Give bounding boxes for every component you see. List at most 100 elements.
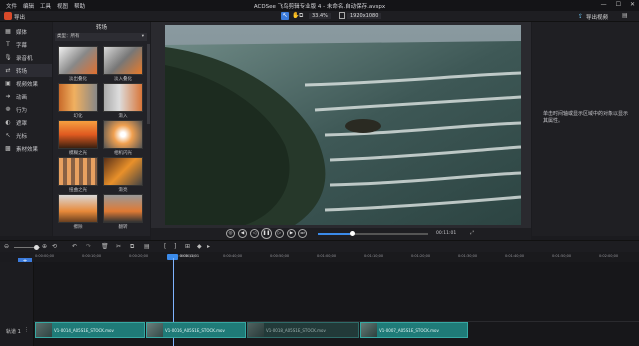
sidebar-item-recorder[interactable]: 🎙 录音机	[0, 51, 52, 64]
sidebar-item-transitions[interactable]: ⇄ 转场	[0, 64, 52, 77]
clip-thumbnail	[248, 323, 264, 337]
clip-thumbnail	[147, 323, 163, 337]
maximize-icon[interactable]: ☐	[616, 1, 621, 8]
step-back-icon[interactable]: ◀	[238, 229, 247, 238]
transition-label: 淡入叠化	[114, 77, 132, 82]
transition-label: 渐入	[118, 114, 128, 119]
transition-thumb-blur-light[interactable]	[58, 120, 98, 149]
play-forward-icon[interactable]: ▷	[275, 229, 284, 238]
sidebar-item-mask[interactable]: ◐ 遮罩	[0, 116, 52, 129]
clip-name: V1-0016_A05S1E_STOCK.mov	[165, 328, 225, 333]
timeline-clip[interactable]: V1-0016_A05S1E_STOCK.mov	[146, 322, 246, 338]
export-icon[interactable]: ⇪	[578, 13, 583, 20]
sidebar-item-cursor[interactable]: ↖ 光标	[0, 129, 52, 142]
transition-label: 擦除	[73, 225, 83, 230]
fit-timeline-icon[interactable]: ⟲	[52, 243, 57, 250]
animation-icon: ➜	[5, 93, 11, 100]
timeline-clip[interactable]: V1-0018_A05S1E_STOCK.mov	[247, 322, 359, 338]
fullscreen-icon[interactable]: ⤢	[470, 230, 474, 236]
transition-label: 相机闪光	[114, 151, 132, 156]
select-tool-icon[interactable]: ↖	[281, 12, 289, 20]
transition-thumb-fade-in[interactable]	[103, 46, 143, 75]
play-back-icon[interactable]: ◁	[250, 229, 259, 238]
ruler-tick: 0:01:00;00	[317, 254, 337, 258]
transition-label: 渐亮	[118, 188, 128, 193]
playhead-time: 0:00:11;01	[180, 254, 200, 258]
sidebar-item-video-effects[interactable]: ▣ 视频效果	[0, 77, 52, 90]
sidebar-item-text[interactable]: T 字幕	[0, 38, 52, 51]
ruler-tick: 0:00:40;00	[223, 254, 243, 258]
mark-out-icon[interactable]: ]	[174, 243, 176, 250]
marker-icon[interactable]: ◆	[197, 243, 202, 250]
copy-icon[interactable]: ⧉	[130, 243, 134, 251]
transition-thumb-ease-in[interactable]	[103, 83, 143, 112]
media-icon: ▦	[5, 28, 11, 35]
ruler-tick: 0:01:10;00	[364, 254, 384, 258]
panel-scrollbar[interactable]	[147, 44, 150, 124]
sidebar-item-animation[interactable]: ➜ 动画	[0, 90, 52, 103]
timeline-toolbar: ⊖ ⊕ ⟲ ↶ ↷ 🗑 ✂ ⧉ ▤ [ ] ⊞ ◆ ▸	[0, 240, 639, 252]
type-filter-select[interactable]: 类型：所有 ▾	[55, 33, 147, 41]
text-icon: T	[6, 41, 10, 48]
cut-icon[interactable]: ✂	[116, 243, 121, 250]
resolution-select[interactable]: 1920x1080	[347, 13, 382, 19]
close-icon[interactable]: ✕	[630, 1, 635, 8]
transition-icon: ⇄	[5, 67, 11, 74]
redo-icon[interactable]: ↷	[86, 243, 91, 250]
crop-tool-icon[interactable]: ⧉	[299, 12, 303, 20]
snapshot-icon[interactable]: ◎	[226, 229, 235, 238]
behavior-icon: ❁	[5, 106, 11, 113]
transition-thumb-flip[interactable]	[103, 194, 143, 223]
mic-icon: 🎙	[4, 54, 12, 61]
sidebar-item-media[interactable]: ▦ 媒体	[0, 25, 52, 38]
effects-icon: ▩	[5, 145, 11, 152]
chevron-down-icon: ▾	[141, 34, 144, 39]
minimize-icon[interactable]: —	[601, 1, 607, 8]
preview-video-frame[interactable]	[165, 25, 521, 225]
cursor-icon: ↖	[5, 132, 11, 139]
undo-icon[interactable]: ↶	[72, 243, 77, 250]
zoom-slider-handle[interactable]	[34, 245, 39, 250]
window-controls: — ☐ ✕	[601, 1, 635, 8]
transition-thumb-wipe[interactable]	[58, 194, 98, 223]
play-pause-button[interactable]: ❚❚	[261, 228, 272, 239]
sidebar-item-behavior[interactable]: ❁ 行为	[0, 103, 52, 116]
transition-label: 扭曲之光	[69, 188, 87, 193]
add-marker-icon[interactable]: ▸	[207, 243, 210, 250]
menu-bar: 文件 编辑 工具 视图 帮助 ACDSee 飞鸟剪辑专业版 4 - 未命名.自动…	[0, 0, 639, 11]
zoom-select[interactable]: 33.4%	[309, 13, 331, 19]
properties-panel: 单击时间轴或显示区域中的对象以显示其属性。	[532, 22, 639, 236]
step-forward-icon[interactable]: ▶	[287, 229, 296, 238]
ruler-tick: 0:00:00;00	[35, 254, 55, 258]
mark-in-icon[interactable]: [	[164, 243, 166, 250]
ruler-tick: 0:01:40;00	[505, 254, 525, 258]
preview-area	[151, 22, 531, 228]
zoom-out-icon[interactable]: ⊖	[4, 243, 9, 250]
transition-label: 翻转	[118, 225, 128, 230]
paste-icon[interactable]: ▤	[144, 243, 150, 250]
transition-thumb-twist-light[interactable]	[58, 157, 98, 186]
sidebar-item-clip-effects[interactable]: ▩ 素材效果	[0, 142, 52, 155]
ruler-tick: 0:01:20;00	[411, 254, 431, 258]
clip-name: V1-0014_A05S1E_STOCK.mov	[54, 328, 114, 333]
zoom-in-icon[interactable]: ⊕	[42, 243, 47, 250]
current-time: 00:11:01	[436, 231, 457, 236]
timeline-ruler[interactable]: 0:00:00;00 0:00:10;00 0:00:20;00 0:00:30…	[34, 252, 639, 262]
next-frame-icon[interactable]: ⏭	[298, 229, 307, 238]
split-icon[interactable]: ⊞	[185, 243, 190, 250]
transition-thumb-camera-flash[interactable]	[103, 120, 143, 149]
scrub-handle[interactable]	[350, 231, 355, 236]
transition-thumb-illusion[interactable]	[58, 83, 98, 112]
track-settings-icon[interactable]: ⋮	[24, 327, 29, 333]
toolbar-label[interactable]: 导出	[14, 13, 25, 21]
delete-icon[interactable]: 🗑	[101, 243, 109, 250]
transition-thumb-brighten[interactable]	[103, 157, 143, 186]
properties-toggle-icon[interactable]: ▤	[622, 12, 628, 19]
transition-thumb-fade-out[interactable]	[58, 46, 98, 75]
export-video-button[interactable]: 导出视频	[586, 13, 608, 21]
panel-title: 转场	[95, 25, 107, 31]
timeline-clip[interactable]: V1-0014_A05S1E_STOCK.mov	[35, 322, 145, 338]
scrub-track[interactable]	[318, 233, 428, 235]
app-logo-icon	[4, 12, 12, 20]
timeline-clip[interactable]: V1-0007_A05S1E_STOCK.mov	[360, 322, 468, 338]
